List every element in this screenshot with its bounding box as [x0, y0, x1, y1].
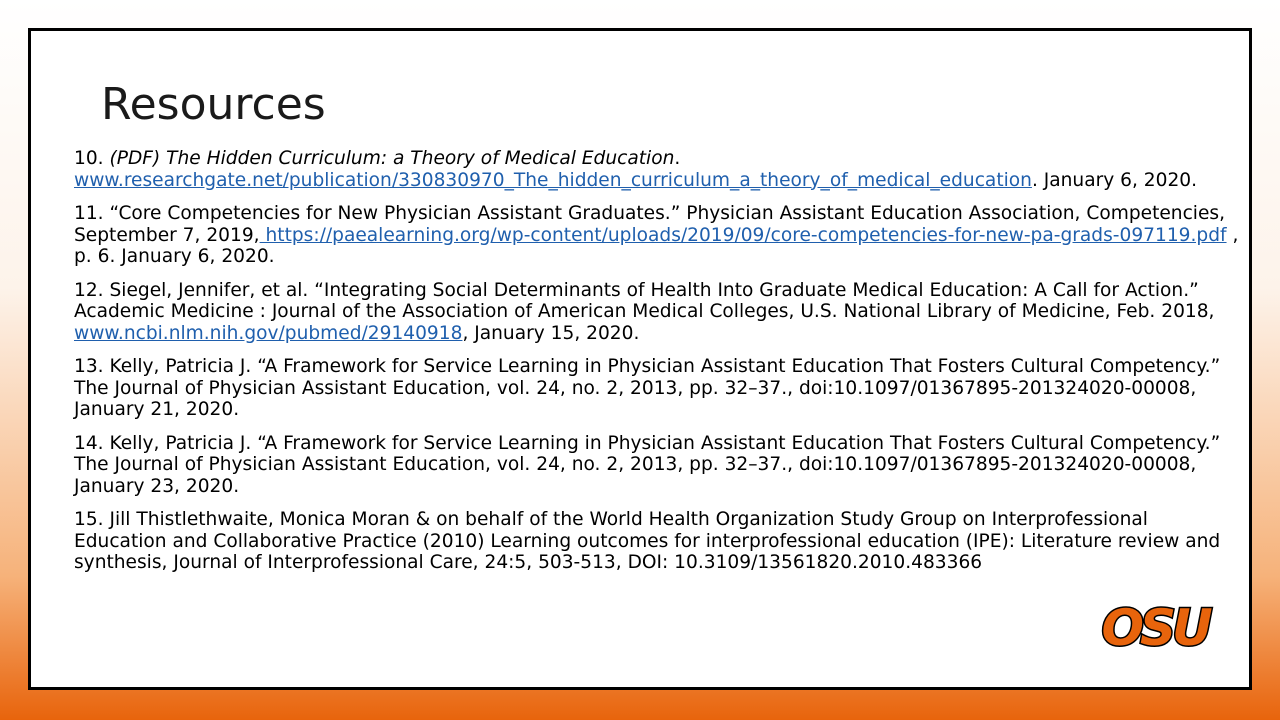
- reference-15: 15. Jill Thistlethwaite, Monica Moran & …: [74, 509, 1221, 573]
- reference-title: (PDF) The Hidden Curriculum: a Theory of…: [109, 148, 675, 169]
- references-list: 10. (PDF) The Hidden Curriculum: a Theor…: [74, 148, 1242, 586]
- slide: Resources 10. (PDF) The Hidden Curriculu…: [28, 28, 1252, 690]
- reference-date: , January 15, 2020.: [462, 322, 640, 344]
- reference-13: 13. Kelly, Patricia J. “A Framework for …: [74, 356, 1221, 420]
- reference-11: 11. “Core Competencies for New Physician…: [74, 203, 1242, 268]
- svg-text:OSU: OSU: [1101, 599, 1212, 657]
- reference-link[interactable]: https://paealearning.org/wp-content/uplo…: [260, 225, 1226, 246]
- reference-link[interactable]: www.ncbi.nlm.nih.gov/pubmed/29140918: [74, 323, 462, 344]
- reference-14: 14. Kelly, Patricia J. “A Framework for …: [74, 432, 1221, 497]
- osu-logo: OSU: [1100, 598, 1218, 659]
- reference-text: 12. Siegel, Jennifer, et al. “Integratin…: [74, 279, 1215, 323]
- reference-link[interactable]: www.researchgate.net/publication/3308309…: [74, 170, 1032, 191]
- reference-punct: .: [674, 148, 681, 169]
- slide-title: Resources: [101, 79, 326, 130]
- reference-12: 12. Siegel, Jennifer, et al. “Integratin…: [74, 280, 1242, 345]
- reference-date: . January 6, 2020.: [1031, 169, 1198, 191]
- reference-10: 10. (PDF) The Hidden Curriculum: a Theor…: [74, 148, 1242, 191]
- reference-number: 10.: [74, 148, 104, 169]
